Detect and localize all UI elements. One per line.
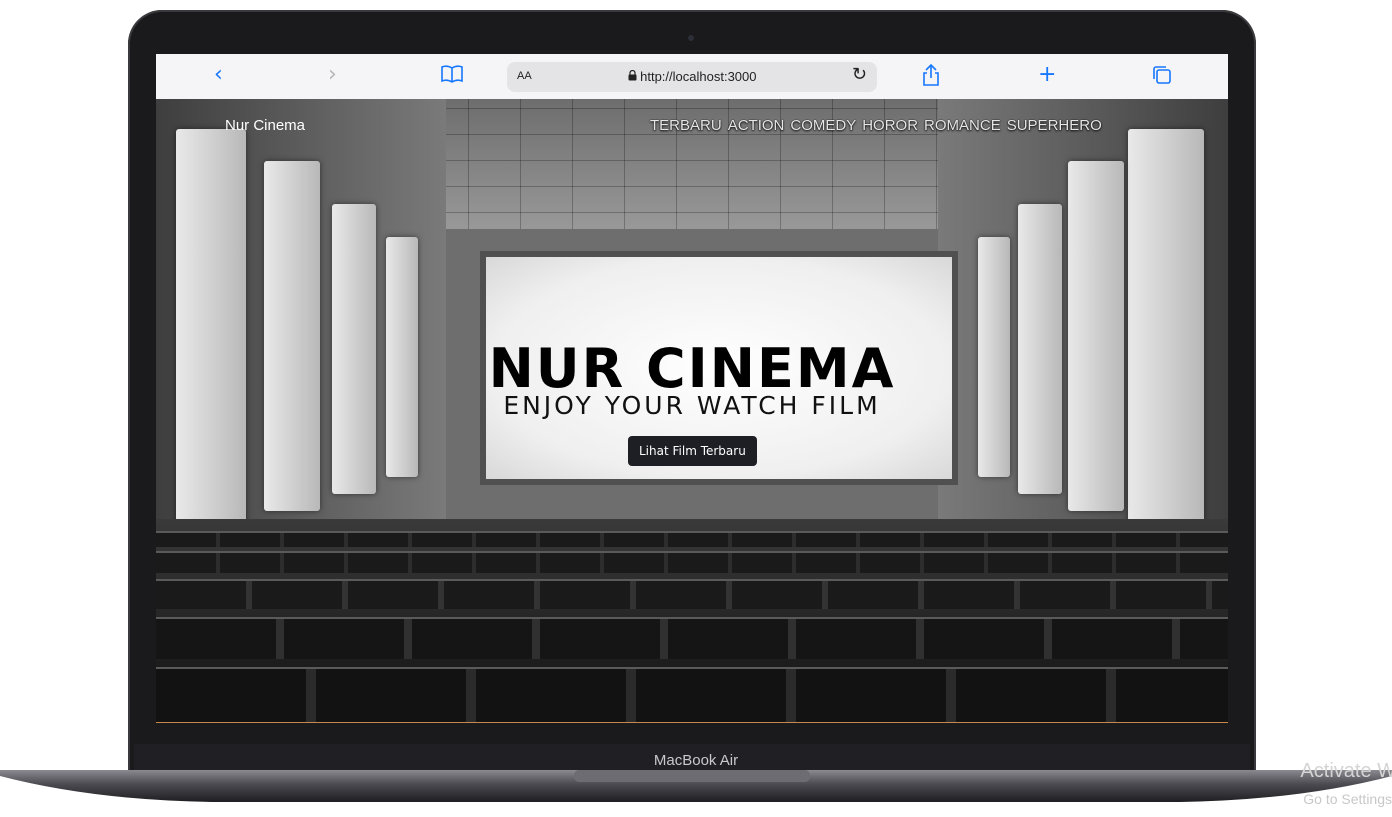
nav-item-romance[interactable]: ROMANCE: [924, 117, 1001, 134]
activation-watermark-subtitle: Go to Settings: [1303, 791, 1392, 807]
seat-row: [156, 667, 1228, 723]
nav-item-action[interactable]: ACTION: [728, 117, 785, 134]
section-divider: [156, 722, 1228, 723]
tabs-icon[interactable]: [1152, 65, 1172, 92]
hero-section: Nur Cinema TERBARU ACTION COMEDY HOROR R…: [156, 99, 1228, 723]
model-label: MacBook Air: [653, 752, 739, 769]
main-nav: TERBARU ACTION COMEDY HOROR ROMANCE SUPE…: [650, 117, 1102, 134]
hero-subtitle: ENJOY YOUR WATCH FILM: [503, 391, 881, 420]
share-icon[interactable]: [922, 63, 940, 93]
seat-row: [156, 617, 1228, 659]
laptop-screen: ‹ › AA http://localhost:3000 ↻ + Nur Cin…: [156, 54, 1228, 723]
address-bar[interactable]: AA http://localhost:3000 ↻: [507, 62, 877, 92]
plus-icon[interactable]: +: [1038, 62, 1056, 88]
chevron-right-icon[interactable]: ›: [328, 62, 337, 88]
nav-item-horor[interactable]: HOROR: [862, 117, 918, 134]
seat-row: [156, 579, 1228, 609]
acoustic-panel: [1068, 161, 1124, 511]
reload-icon[interactable]: ↻: [852, 64, 867, 85]
nav-item-terbaru[interactable]: TERBARU: [650, 117, 722, 134]
latest-films-button[interactable]: Lihat Film Terbaru: [628, 436, 757, 466]
nav-item-comedy[interactable]: COMEDY: [790, 117, 856, 134]
book-icon[interactable]: [441, 64, 463, 90]
activation-watermark-title: Activate W: [1300, 760, 1392, 782]
laptop-base: [0, 770, 1392, 802]
seat-row: [156, 551, 1228, 573]
nav-item-superhero[interactable]: SUPERHERO: [1007, 117, 1102, 134]
seat-row: [156, 531, 1228, 547]
lock-icon: [628, 69, 641, 84]
camera-icon: [688, 35, 694, 41]
browser-toolbar: ‹ › AA http://localhost:3000 ↻ +: [156, 54, 1228, 100]
acoustic-panel: [264, 161, 320, 511]
url-text: http://localhost:3000: [640, 69, 757, 84]
site-brand[interactable]: Nur Cinema: [225, 117, 305, 134]
chevron-left-icon[interactable]: ‹: [214, 62, 223, 88]
